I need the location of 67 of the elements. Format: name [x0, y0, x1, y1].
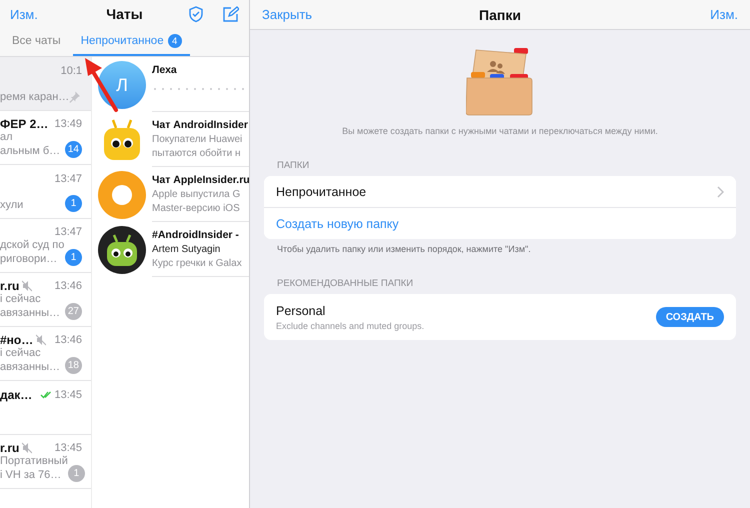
- pin-icon: [69, 90, 82, 104]
- chat-time: 13:46: [54, 280, 82, 292]
- compose-icon[interactable]: [222, 6, 239, 22]
- avatar: Л: [98, 60, 146, 108]
- double-check-icon: [40, 390, 52, 399]
- chat-time: 13:49: [54, 118, 82, 130]
- sender-name: Artem Sutyagin: [152, 243, 222, 257]
- chat-title: r.ru: [0, 279, 20, 293]
- chat-title: дак…: [0, 388, 32, 402]
- message-preview: і сейчас: [0, 293, 42, 306]
- unread-badge: 1: [68, 465, 85, 482]
- muted-icon: [22, 280, 32, 292]
- message-preview: авязанны…: [0, 360, 60, 374]
- folder-name: Personal: [276, 304, 326, 318]
- chevron-icon: [717, 186, 724, 198]
- robot-avatar-icon: [98, 226, 146, 274]
- window-title: Чаты: [106, 6, 143, 22]
- chat-time: 13:47: [54, 172, 82, 184]
- hint-text: Чтобы удалить папку или изменить порядок, нажмите "Изм".: [277, 244, 531, 254]
- window-title: Папки: [479, 6, 521, 22]
- message-preview: і VH за 76…: [0, 468, 62, 482]
- intro-text: Вы можете создать папки с нужными чатами и переключаться между ними.: [341, 126, 659, 136]
- folder-name: Непрочитанное: [276, 184, 366, 198]
- chat-title: r.ru: [0, 441, 20, 455]
- unread-badge: 1: [65, 249, 82, 266]
- message-preview: пытаются обойти н: [152, 147, 242, 161]
- folder-description: Exclude channels and muted groups.: [276, 320, 424, 330]
- chat-time: 13:47: [54, 226, 82, 238]
- folder-item[interactable]: Непрочитанное: [264, 176, 736, 208]
- message-preview: Master-версию iOS: [152, 202, 241, 216]
- chat-row[interactable]: #AndroidInsider - Artem Sutyagin Курс гречки к Galax: [92, 222, 249, 277]
- chat-row[interactable]: Чат AppleInsider.ru Apple выпустила G Master-версию iOS: [92, 167, 249, 222]
- message-preview: Портативный: [0, 455, 68, 468]
- ring-avatar-icon: [98, 170, 146, 218]
- chat-row[interactable]: Л Леха: [92, 57, 249, 112]
- unread-badge: 14: [64, 141, 82, 158]
- chat-row[interactable]: Чат AndroidInsider Покупатели Huawei пытаются обойти н: [92, 112, 249, 167]
- message-preview: хули: [0, 198, 24, 212]
- chat-time: 13:45: [54, 442, 82, 454]
- section-label: РЕКОМЕНДОВАННЫЕ ПАПКИ: [277, 278, 414, 289]
- message-preview: Покупатели Huawei: [152, 133, 244, 147]
- message-preview: ал: [0, 131, 14, 144]
- chat-title: #AndroidInsider -: [152, 228, 240, 243]
- message-preview: ремя каран…: [0, 90, 70, 104]
- chat-time: 13:45: [54, 388, 82, 400]
- message-preview: Apple выпустила G: [152, 188, 242, 202]
- message-preview: Курс гречки к Galax: [152, 257, 243, 271]
- chat-title: #но…: [0, 333, 34, 347]
- message-preview: і сейчас: [0, 347, 42, 360]
- chat-title: Чат AndroidInsider: [152, 118, 249, 133]
- chat-time: 10:1: [60, 64, 82, 76]
- unread-count-badge: 4: [168, 34, 182, 48]
- unread-badge: 1: [65, 195, 82, 212]
- shield-icon[interactable]: [188, 6, 204, 22]
- unread-badge: 27: [64, 303, 82, 320]
- message-preview: авязанны…: [0, 306, 60, 320]
- message-preview: альным б…: [0, 144, 60, 158]
- message-preview: дской суд по: [0, 239, 64, 252]
- chat-title: ФЕР 2…: [0, 117, 48, 131]
- chat-title: Леха: [152, 63, 178, 78]
- message-preview: риговори…: [0, 252, 58, 266]
- muted-icon: [22, 442, 32, 454]
- muted-icon: [36, 334, 46, 346]
- section-label: ПАПКИ: [277, 160, 310, 171]
- unread-badge: 18: [64, 357, 82, 374]
- chat-title: Чат AppleInsider.ru: [152, 173, 249, 188]
- chat-time: 13:46: [54, 334, 82, 346]
